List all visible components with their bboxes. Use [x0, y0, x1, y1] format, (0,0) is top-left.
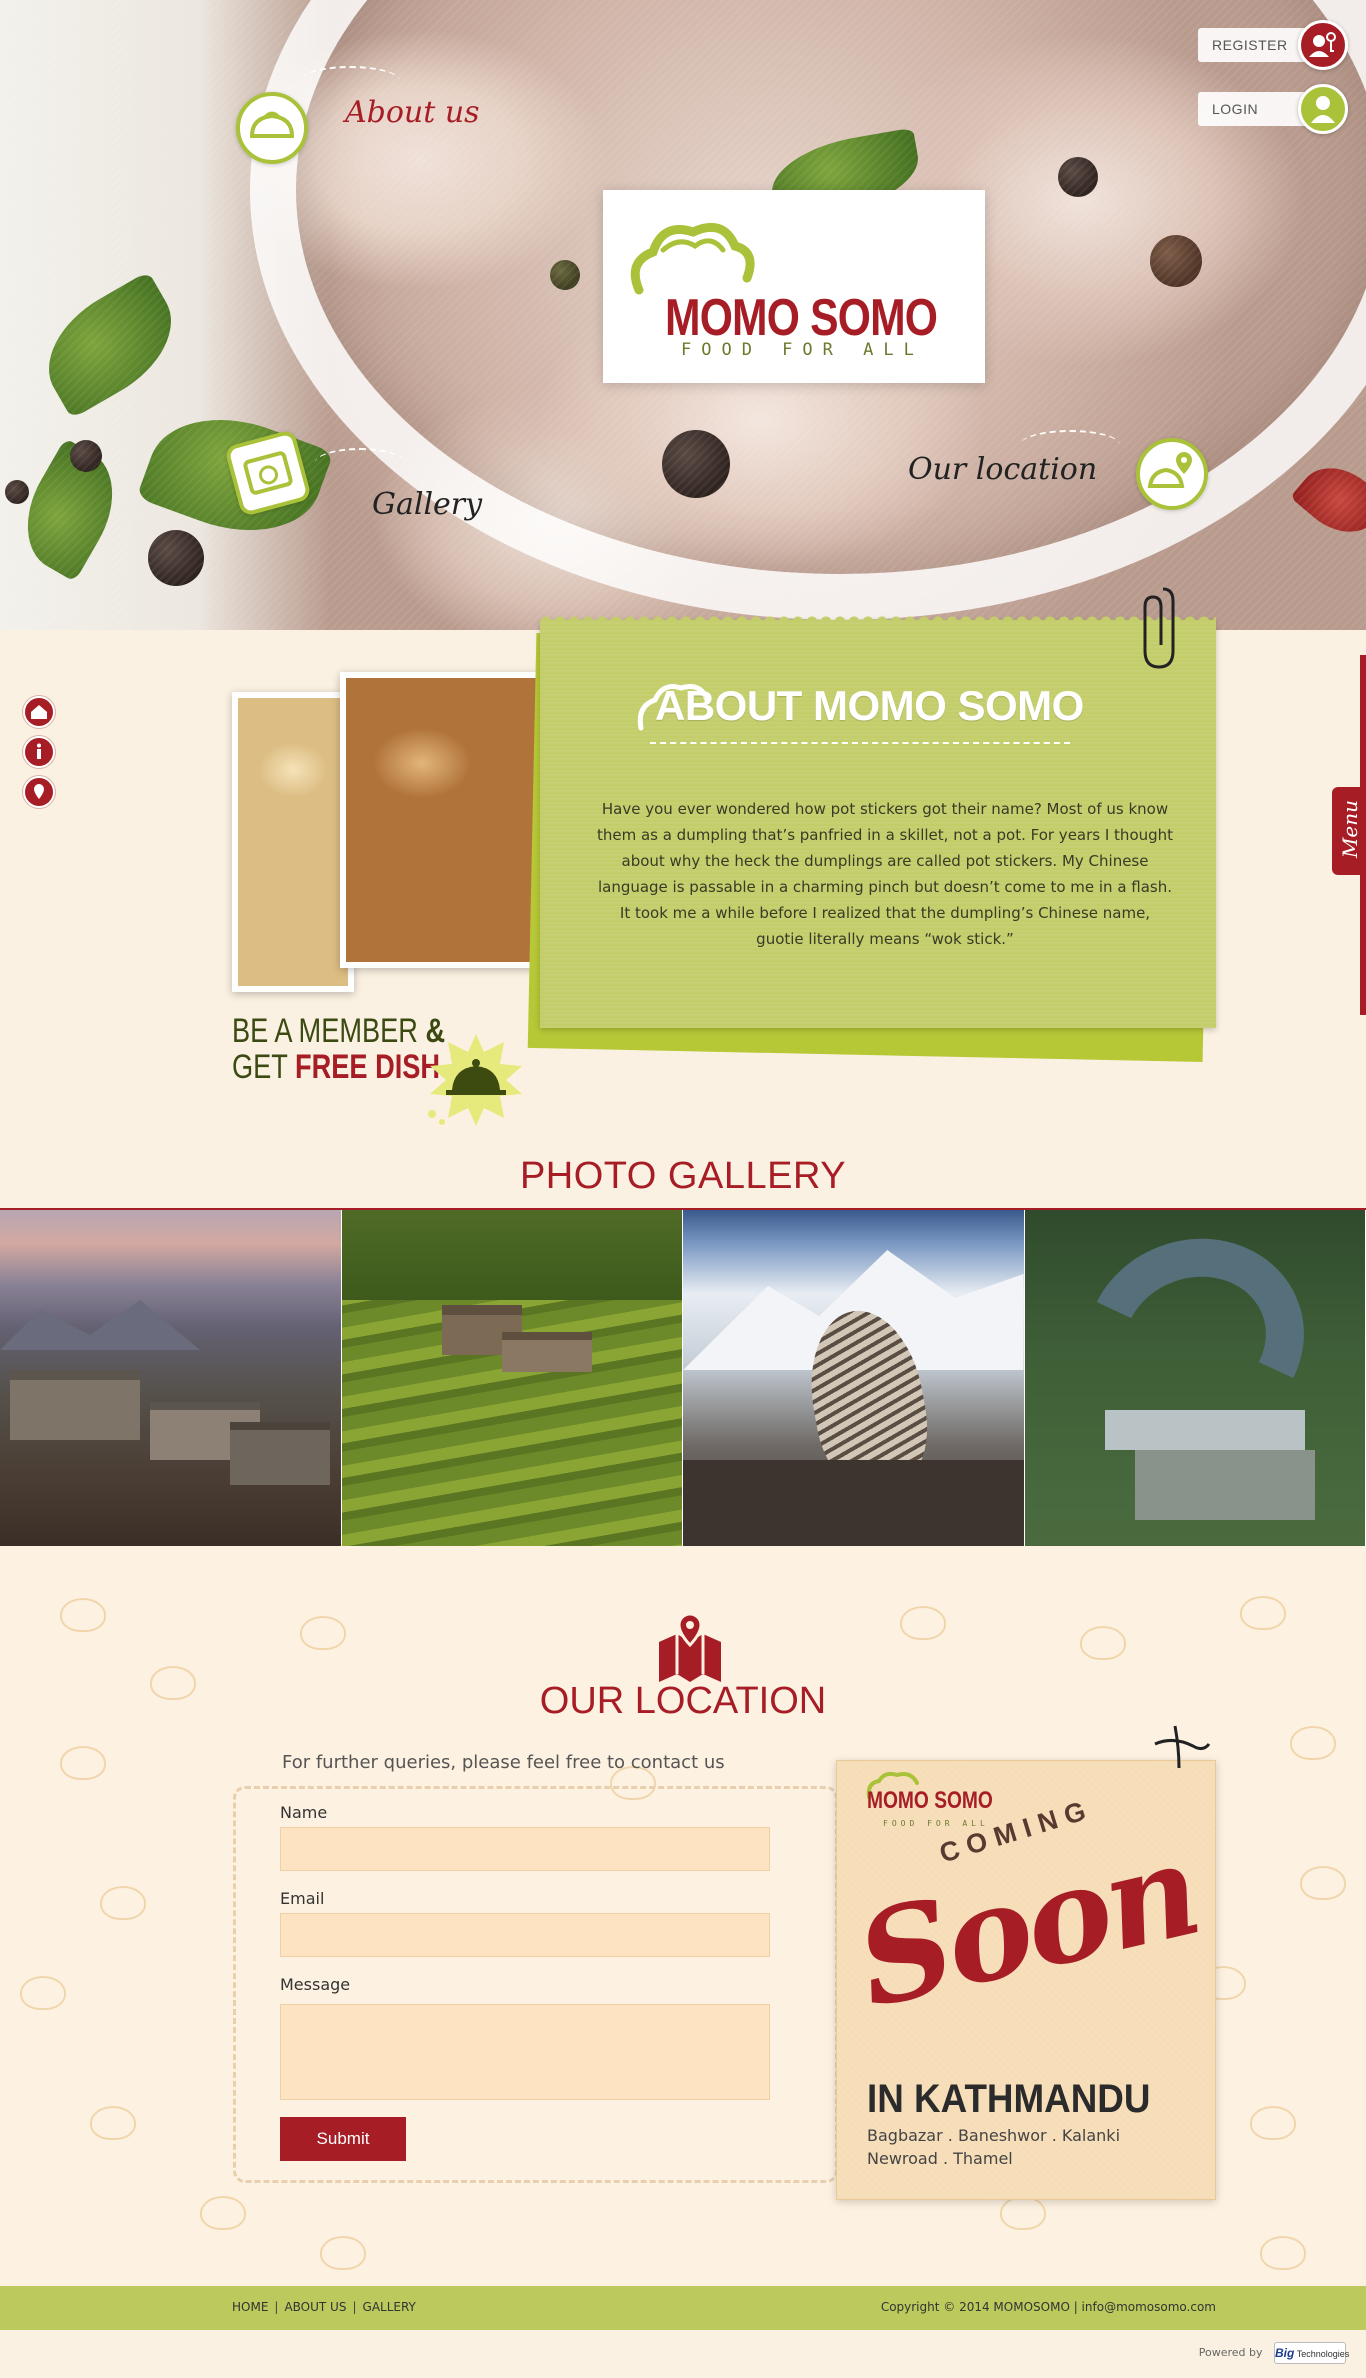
photo-icon	[243, 451, 293, 495]
side-nav	[23, 696, 55, 816]
city-text: IN KATHMANDU	[867, 2077, 1151, 2121]
location-nav-icon[interactable]	[1136, 438, 1208, 510]
login-button[interactable]: LOGIN	[1198, 84, 1348, 134]
message-field[interactable]	[280, 2004, 770, 2100]
location-title: OUR LOCATION	[539, 1680, 827, 1722]
menu-tab-label: Menu	[1338, 799, 1362, 859]
card-logo: MOMO SOMO	[867, 1787, 993, 1814]
about-title: ABOUT MOMO SOMO	[655, 682, 1084, 729]
submit-button[interactable]: Submit	[280, 2117, 406, 2161]
name-label: Name	[280, 1803, 328, 1822]
areas-line-2: Newroad . Thamel	[867, 2149, 1013, 2168]
email-field[interactable]	[280, 1913, 770, 1957]
areas-line-1: Bagbazar . Baneshwor . Kalanki	[867, 2126, 1121, 2145]
gallery-item-mountain-village[interactable]	[0, 1210, 342, 1546]
powered-by: Powered by Big Technologies	[1199, 2342, 1349, 2364]
dumpling-icon	[249, 111, 295, 138]
footer-copyright: Copyright © 2014 MOMOSOMO | info@momosom…	[880, 2300, 1216, 2314]
hero-banner: About us Gallery Our location MOMO SOMO …	[0, 0, 1366, 630]
location-pin-icon[interactable]	[23, 776, 55, 808]
about-card: ABOUT MOMO SOMO Have you ever wondered h…	[540, 612, 1216, 1028]
user-icon	[1298, 84, 1348, 134]
logo-tagline: FOOD FOR ALL	[681, 340, 924, 360]
about-us-nav-icon[interactable]	[236, 92, 308, 164]
powered-by-logo[interactable]: Big Technologies	[1274, 2342, 1349, 2364]
location-subtitle: For further queries, please feel free to…	[282, 1752, 725, 1773]
gallery-item-bird-on-rock[interactable]	[683, 1210, 1025, 1546]
about-photo-steamed-momo	[232, 692, 354, 992]
gallery-link[interactable]: Gallery	[372, 487, 482, 522]
about-photo-fried-momo	[340, 672, 542, 968]
key-user-icon	[1298, 20, 1348, 70]
gallery-item-river-dam[interactable]	[1024, 1210, 1366, 1546]
site-logo[interactable]: MOMO SOMO FOOD FOR ALL	[603, 190, 985, 383]
footer: HOME | ABOUT US | GALLERY Copyright © 2014 M…	[0, 2286, 1366, 2330]
footer-nav: HOME | ABOUT US | GALLERY	[232, 2300, 416, 2314]
email-label: Email	[280, 1889, 325, 1908]
message-label: Message	[280, 1975, 351, 1994]
about-text: Have you ever wondered how pot stickers …	[596, 800, 1174, 948]
coming-soon-card: MOMO SOMO FOOD FOR ALL COMING Soon IN KA…	[836, 1760, 1216, 2200]
info-icon[interactable]	[23, 736, 55, 768]
name-field[interactable]	[280, 1827, 770, 1871]
paperclip-icon	[1143, 587, 1175, 669]
card-logo-tagline: FOOD FOR ALL	[883, 1819, 989, 1828]
gallery-strip	[0, 1208, 1366, 1546]
map-pin-icon	[659, 1612, 721, 1682]
dumpling-pin-icon	[1147, 452, 1192, 488]
cloche-icon	[428, 1034, 522, 1126]
logo-title: MOMO SOMO	[665, 289, 938, 347]
home-icon[interactable]	[23, 696, 55, 728]
menu-tab[interactable]: Menu	[1332, 787, 1366, 875]
footer-link-gallery[interactable]: GALLERY	[363, 2300, 416, 2314]
about-us-link[interactable]: About us	[345, 95, 480, 130]
pushpin-icon	[1154, 1725, 1211, 1769]
register-button[interactable]: REGISTER	[1198, 20, 1348, 70]
footer-link-about[interactable]: ABOUT US	[284, 2300, 346, 2314]
soon-text: Soon	[844, 1814, 1210, 2038]
gallery-title: PHOTO GALLERY	[519, 1155, 847, 1197]
page: About us Gallery Our location MOMO SOMO …	[0, 0, 1366, 2378]
footer-link-home[interactable]: HOME	[232, 2300, 268, 2314]
gallery-item-rice-terraces[interactable]	[341, 1210, 683, 1546]
